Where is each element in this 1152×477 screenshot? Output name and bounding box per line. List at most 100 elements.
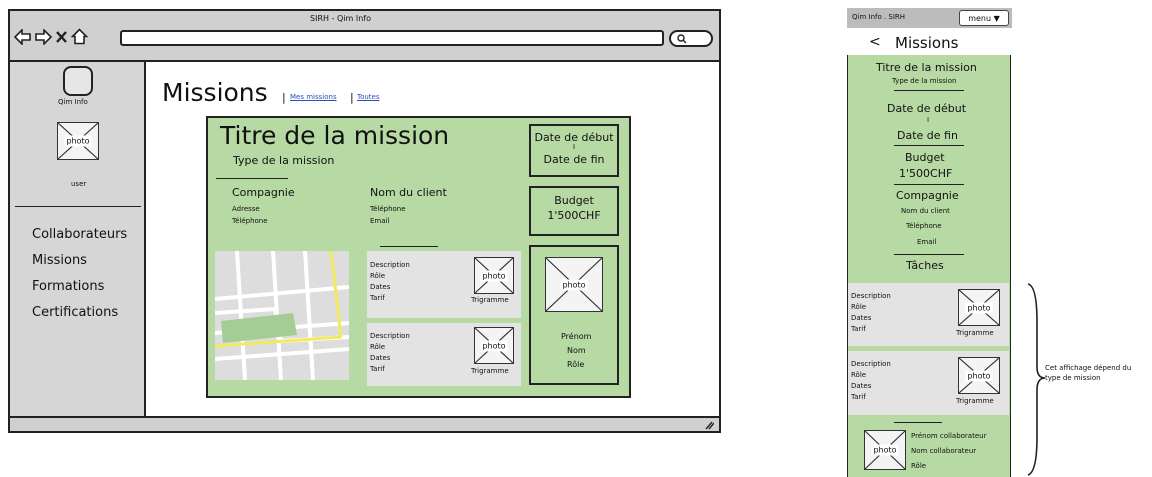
mobile-header: Qim Info . SIRH menu ▼: [847, 8, 1012, 28]
date-box: Date de début I Date de fin: [529, 124, 619, 177]
divider: [894, 254, 964, 255]
company-phone: Téléphone: [232, 217, 268, 225]
browser-toolbar: SIRH - Qim Info: [10, 11, 719, 62]
date-separator: I: [572, 143, 576, 151]
collaborator-last-name: Nom collaborateur: [911, 447, 977, 455]
task-role: Rôle: [370, 272, 386, 280]
title-underline: [216, 178, 288, 179]
mobile-mission-title: Titre de la mission: [876, 61, 977, 74]
all-missions-link[interactable]: Toutes: [357, 93, 380, 101]
mobile-app-title: Qim Info . SIRH: [852, 13, 906, 21]
sidebar-divider: [15, 206, 141, 207]
task-rate: Tarif: [851, 393, 866, 401]
task-photo: photo: [958, 289, 1000, 326]
sidebar-item-certifications[interactable]: Certifications: [32, 305, 118, 320]
my-missions-link[interactable]: Mes missions: [290, 93, 337, 101]
collaborator-first-name: Prénom collaborateur: [911, 432, 987, 440]
annotation-line1: Cet affichage dépend du: [1045, 364, 1132, 372]
sidebar-item-collaborateurs[interactable]: Collaborateurs: [32, 227, 127, 242]
mobile-task-row[interactable]: Description Rôle Dates Tarif photo Trigr…: [848, 351, 1009, 415]
mobile-tasks-title: Tâches: [906, 259, 944, 272]
mobile-page-title: Missions: [895, 34, 959, 52]
logo-label: Qim Info: [58, 98, 88, 106]
status-bar: [10, 416, 719, 431]
mobile-company: Compagnie: [896, 189, 959, 202]
user-label: user: [71, 180, 87, 188]
home-icon[interactable]: [71, 28, 88, 45]
task-dates: Dates: [851, 314, 872, 322]
forward-arrow-icon[interactable]: [34, 29, 52, 45]
task-trigram: Trigramme: [956, 397, 994, 405]
link-separator: |: [350, 91, 354, 104]
mobile-screen: Qim Info . SIRH menu ▼ < Missions Titre …: [847, 8, 1012, 477]
mobile-budget-value: 1'500CHF: [899, 167, 953, 180]
task-row[interactable]: Description Rôle Dates Tarif photo Trigr…: [367, 251, 521, 318]
sidebar-item-missions[interactable]: Missions: [32, 253, 87, 268]
mobile-mission-type: Type de la mission: [892, 77, 957, 85]
user-photo: photo: [57, 122, 99, 160]
mobile-date-end: Date de fin: [897, 129, 958, 142]
mobile-date-separator: I: [927, 116, 930, 124]
map-image[interactable]: [215, 251, 349, 380]
client-email: Email: [370, 217, 390, 225]
sidebar-item-formations[interactable]: Formations: [32, 279, 104, 294]
task-role: Rôle: [370, 343, 386, 351]
budget-label: Budget: [554, 194, 594, 207]
mission-title: Titre de la mission: [220, 121, 450, 150]
task-trigram: Trigramme: [956, 329, 994, 337]
task-row[interactable]: Description Rôle Dates Tarif photo Trigr…: [367, 323, 521, 386]
task-dates: Dates: [370, 283, 391, 291]
task-photo: photo: [474, 327, 514, 364]
divider: [894, 184, 964, 185]
budget-value: 1'500CHF: [547, 209, 601, 222]
divider: [894, 90, 964, 91]
company-name: Compagnie: [232, 186, 295, 199]
search-field[interactable]: [669, 30, 713, 47]
task-dates: Dates: [851, 382, 872, 390]
task-photo: photo: [474, 257, 514, 294]
task-dates: Dates: [370, 354, 391, 362]
address-bar[interactable]: [120, 30, 664, 46]
task-rate: Tarif: [851, 325, 866, 333]
browser-window: SIRH - Qim Info Qim Info photo user Coll…: [8, 9, 721, 433]
client-phone: Téléphone: [370, 205, 406, 213]
sidebar: Qim Info photo user Collaborateurs Missi…: [10, 62, 146, 416]
menu-button[interactable]: menu ▼: [959, 10, 1009, 26]
back-arrow-icon[interactable]: [14, 29, 32, 45]
app-logo[interactable]: [63, 66, 93, 96]
task-role: Rôle: [851, 303, 867, 311]
task-rate: Tarif: [370, 294, 385, 302]
company-address: Adresse: [232, 205, 260, 213]
person-role: Rôle: [567, 360, 585, 369]
mobile-client-email: Email: [917, 238, 937, 246]
search-icon: [677, 34, 687, 44]
annotation-brace: [1027, 283, 1046, 476]
mobile-mission-card: Titre de la mission Type de la mission D…: [847, 55, 1011, 477]
back-button[interactable]: <: [869, 34, 881, 50]
collaborator-role: Rôle: [911, 462, 927, 470]
mobile-client-name: Nom du client: [901, 207, 950, 215]
close-icon[interactable]: [55, 30, 68, 44]
mission-card: Titre de la mission Type de la mission D…: [206, 116, 631, 398]
task-role: Rôle: [851, 371, 867, 379]
page-title: Missions: [162, 78, 268, 107]
person-photo: photo: [545, 257, 603, 312]
client-divider: [380, 246, 438, 247]
mission-type: Type de la mission: [233, 154, 335, 167]
divider: [894, 422, 942, 423]
person-card[interactable]: photo Prénom Nom Rôle: [529, 245, 619, 385]
task-trigram: Trigramme: [471, 367, 509, 375]
client-name: Nom du client: [370, 186, 447, 199]
mobile-client-phone: Téléphone: [906, 222, 942, 230]
task-description: Description: [370, 261, 410, 269]
resize-grip-icon[interactable]: [702, 420, 714, 430]
annotation-line2: type de mission: [1045, 374, 1101, 382]
mobile-task-row[interactable]: Description Rôle Dates Tarif photo Trigr…: [848, 283, 1009, 346]
person-last-name: Nom: [567, 346, 586, 355]
person-first-name: Prénom: [561, 332, 592, 341]
date-end: Date de fin: [543, 153, 605, 166]
title-separator: |: [282, 91, 286, 104]
mobile-date-start: Date de début: [887, 102, 967, 115]
budget-box: Budget 1'500CHF: [529, 186, 619, 236]
task-description: Description: [370, 332, 410, 340]
